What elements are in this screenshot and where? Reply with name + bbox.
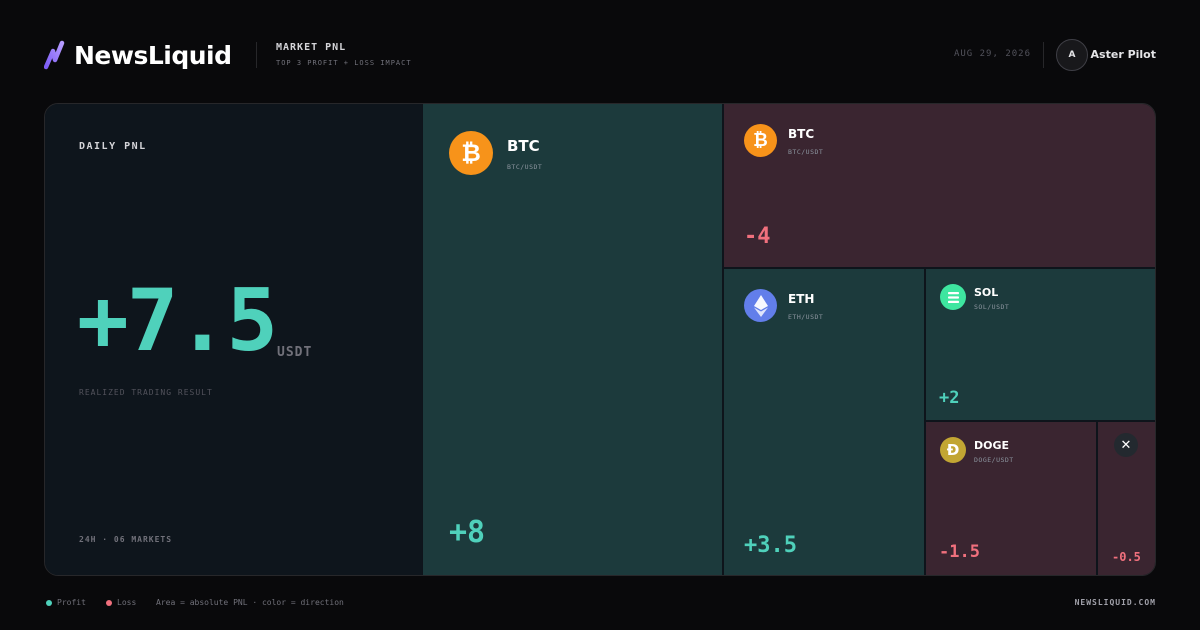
markets-count: 24H · 06 MARKETS <box>79 535 173 544</box>
avatar[interactable]: A <box>1056 39 1088 71</box>
tile-pair: ETH/USDT <box>788 313 824 321</box>
section-subtitle: TOP 3 PROFIT + LOSS IMPACT <box>276 59 412 67</box>
legend-profit-label: Profit <box>57 598 86 607</box>
legend-loss: Loss <box>106 598 136 607</box>
daily-pnl-value: +7.5 <box>77 271 278 371</box>
profit-dot-icon <box>46 599 52 606</box>
tile-pair: DOGE/USDT <box>974 456 1014 464</box>
section-title: MARKET PNL <box>276 42 347 53</box>
tile-symbol: DOGE <box>974 439 1010 452</box>
username[interactable]: Aster Pilot <box>1091 48 1156 61</box>
tile-pnl: +3.5 <box>744 533 797 558</box>
treemap-tile-sol-profit[interactable]: SOL SOL/USDT +2 <box>926 269 1155 420</box>
report-date: AUG 29, 2026 <box>953 49 1031 59</box>
treemap-tile-eth-profit[interactable]: ETH ETH/USDT +3.5 <box>724 269 924 575</box>
dogecoin-icon: Ð <box>940 437 966 463</box>
solana-icon <box>940 284 966 310</box>
brand-name: NewsLiquid <box>74 40 232 70</box>
tile-pnl: -1.5 <box>939 542 980 562</box>
daily-pnl-summary: DAILY PNL +7.5 USDT REALIZED TRADING RES… <box>45 104 422 575</box>
header-divider <box>1043 42 1044 68</box>
legend-profit: Profit <box>46 598 86 607</box>
daily-pnl-unit: USDT <box>277 345 313 360</box>
tile-pair: SOL/USDT <box>974 303 1010 311</box>
bitcoin-icon: ₿ <box>744 124 777 157</box>
tile-pnl: -0.5 <box>1112 550 1141 564</box>
loss-dot-icon <box>106 599 112 606</box>
tile-pnl: +8 <box>449 515 486 550</box>
treemap-tile-xrp-loss[interactable]: ✕ -0.5 <box>1098 422 1155 575</box>
ethereum-icon <box>744 289 777 322</box>
treemap-tile-doge-loss[interactable]: Ð DOGE DOGE/USDT -1.5 <box>926 422 1096 575</box>
tile-pnl: +2 <box>939 388 960 408</box>
header-divider <box>256 42 257 68</box>
tile-pair: BTC/USDT <box>507 163 543 171</box>
pnl-panel: DAILY PNL +7.5 USDT REALIZED TRADING RES… <box>44 103 1156 576</box>
treemap-tile-btc-profit[interactable]: ₿ BTC BTC/USDT +8 <box>423 104 722 575</box>
daily-pnl-caption: REALIZED TRADING RESULT <box>79 388 213 397</box>
treemap-tile-btc-loss[interactable]: ₿ BTC BTC/USDT -4 <box>724 104 1155 267</box>
legend-loss-label: Loss <box>117 598 137 607</box>
daily-pnl-label: DAILY PNL <box>79 141 147 152</box>
site-link[interactable]: NEWSLIQUID.COM <box>1075 598 1156 607</box>
footer: Profit Loss Area = absolute PNL · color … <box>46 598 1156 610</box>
bitcoin-icon: ₿ <box>449 131 493 175</box>
tile-symbol: BTC <box>507 137 540 155</box>
tile-symbol: SOL <box>974 286 999 299</box>
tile-pnl: -4 <box>744 224 771 249</box>
legend-note: Area = absolute PNL · color = direction <box>156 598 344 607</box>
header: NewsLiquid MARKET PNL TOP 3 PROFIT + LOS… <box>44 38 1156 72</box>
tile-symbol: ETH <box>788 292 815 306</box>
tile-pair: BTC/USDT <box>788 148 824 156</box>
brand-mark-icon <box>44 40 65 70</box>
xrp-icon: ✕ <box>1114 433 1138 457</box>
brand-logo[interactable]: NewsLiquid <box>44 38 232 72</box>
tile-symbol: BTC <box>788 127 815 141</box>
